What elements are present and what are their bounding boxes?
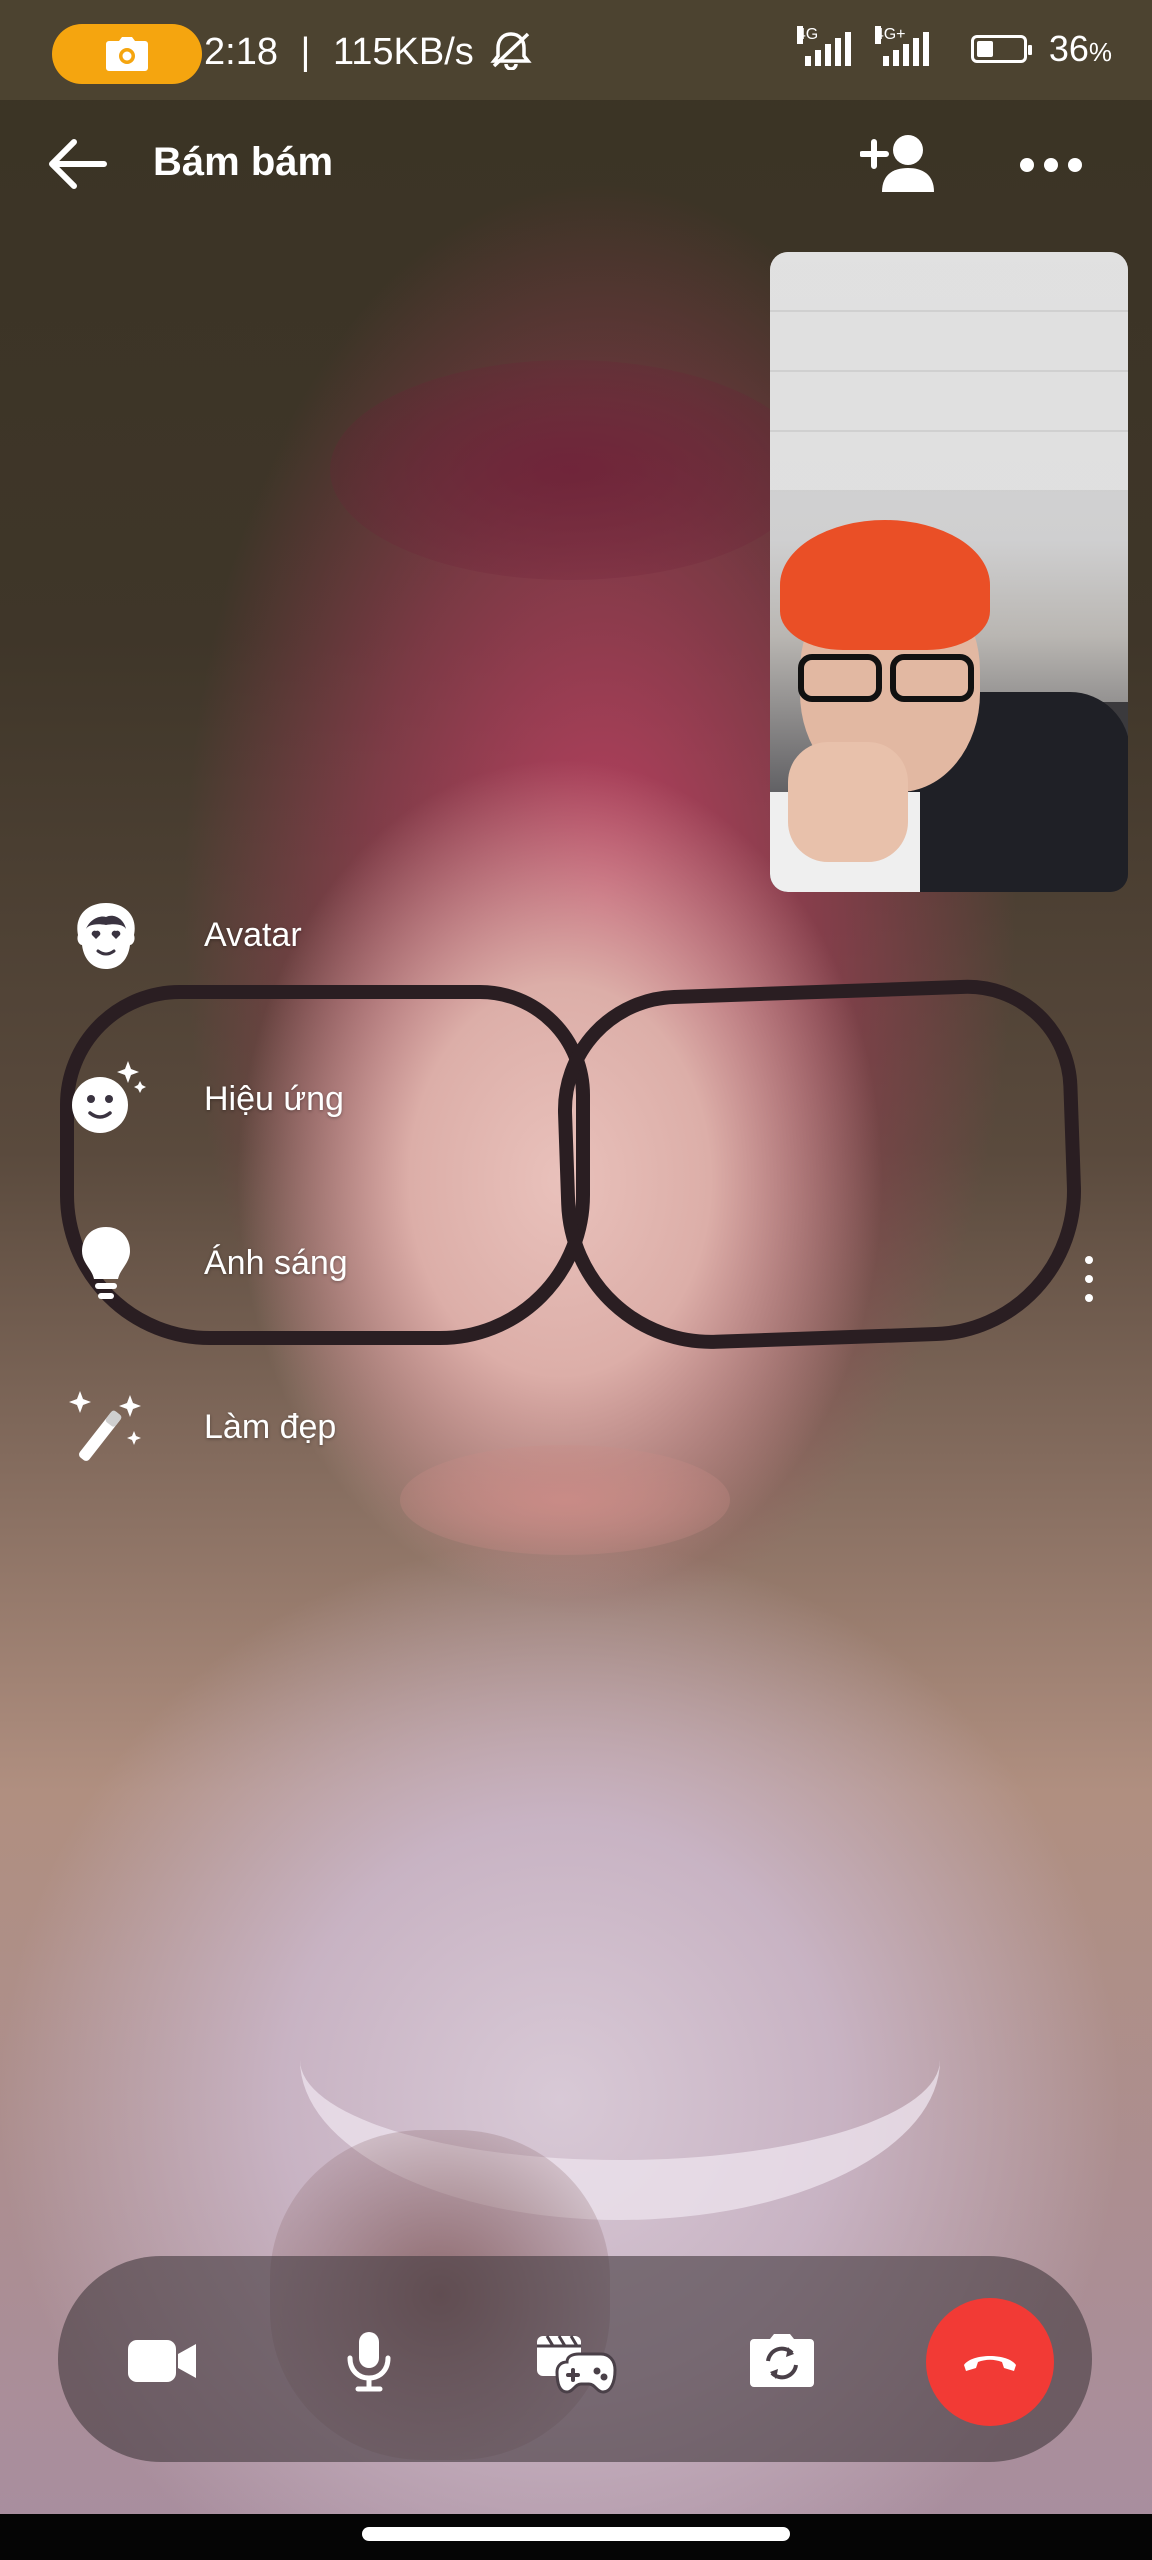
microphone-icon	[347, 2332, 391, 2392]
game-controller-icon	[537, 2335, 617, 2394]
battery-icon	[970, 35, 1032, 63]
network-speed: 115KB/s	[332, 31, 474, 73]
more-options-button[interactable]	[1018, 150, 1084, 180]
call-title: Bám bám	[153, 140, 334, 184]
effect-item-beauty[interactable]: Làm đẹp	[56, 1372, 456, 1482]
more-horizontal-icon	[1068, 158, 1082, 172]
end-call-button[interactable]	[926, 2298, 1054, 2426]
battery-fill	[976, 41, 993, 57]
camera-toggle-button[interactable]	[107, 2306, 217, 2416]
add-person-button[interactable]	[859, 130, 940, 200]
signal-1-label: 4G	[796, 26, 819, 44]
more-horizontal-icon	[1020, 158, 1034, 172]
add-person-icon	[859, 135, 934, 192]
menu-toggle-handle[interactable]	[1082, 1256, 1096, 1302]
battery-percent-value: 36	[1048, 28, 1089, 69]
video-camera-icon	[128, 2340, 196, 2382]
more-vertical-icon	[1085, 1275, 1093, 1283]
more-vertical-icon	[1085, 1294, 1093, 1302]
camera-icon	[106, 37, 148, 71]
self-view-video[interactable]	[770, 252, 1128, 892]
effect-label-avatar: Avatar	[204, 915, 302, 954]
beauty-wand-icon	[56, 1377, 156, 1477]
status-right: 4G 4G+ 36%	[796, 26, 1112, 70]
microphone-toggle-button[interactable]	[314, 2306, 424, 2416]
effect-item-lighting[interactable]: Ánh sáng	[56, 1208, 456, 1318]
alarm-off-icon	[490, 32, 533, 71]
hang-up-icon	[964, 2356, 1016, 2371]
effects-icon	[56, 1049, 156, 1149]
screen-recording-pill[interactable]	[52, 24, 202, 84]
pip-hair	[780, 520, 990, 650]
back-button[interactable]	[44, 136, 114, 192]
switch-camera-button[interactable]	[727, 2306, 837, 2416]
remote-video-hair	[330, 360, 810, 580]
pip-hand	[788, 742, 908, 862]
home-indicator[interactable]	[362, 2527, 790, 2541]
effect-label-lighting: Ánh sáng	[204, 1243, 348, 1282]
effect-item-effects[interactable]: Hiệu ứng	[56, 1044, 456, 1154]
more-horizontal-icon	[1044, 158, 1058, 172]
remote-video-glasses-right	[553, 976, 1087, 1354]
clock: 2:18	[204, 31, 278, 73]
status-time-row: 2:18 | 115KB/s	[204, 30, 534, 74]
flip-camera-icon	[750, 2334, 814, 2387]
video-call-screen: 2:18 | 115KB/s 4G 4G+ 36% Bám bám Avatar…	[0, 0, 1152, 2560]
pip-ceiling	[770, 252, 1128, 492]
battery-percent-unit: %	[1088, 37, 1112, 67]
effect-label-effects: Hiệu ứng	[204, 1079, 344, 1118]
back-arrow-icon	[49, 139, 107, 189]
effect-item-avatar[interactable]: Avatar	[56, 880, 456, 990]
status-bar: 2:18 | 115KB/s 4G 4G+ 36%	[0, 0, 1152, 100]
games-button[interactable]	[520, 2306, 630, 2416]
effect-label-beauty: Làm đẹp	[204, 1407, 337, 1446]
light-bulb-icon	[56, 1213, 156, 1313]
status-separator: |	[300, 31, 311, 73]
more-vertical-icon	[1085, 1256, 1093, 1264]
signal-icon: 4G+	[874, 26, 929, 66]
signal-2-label: 4G+	[874, 26, 906, 44]
pip-glasses	[798, 654, 974, 702]
avatar-icon	[56, 885, 156, 985]
signal-icon: 4G	[796, 26, 851, 66]
battery-percent: 36%	[1049, 28, 1112, 70]
